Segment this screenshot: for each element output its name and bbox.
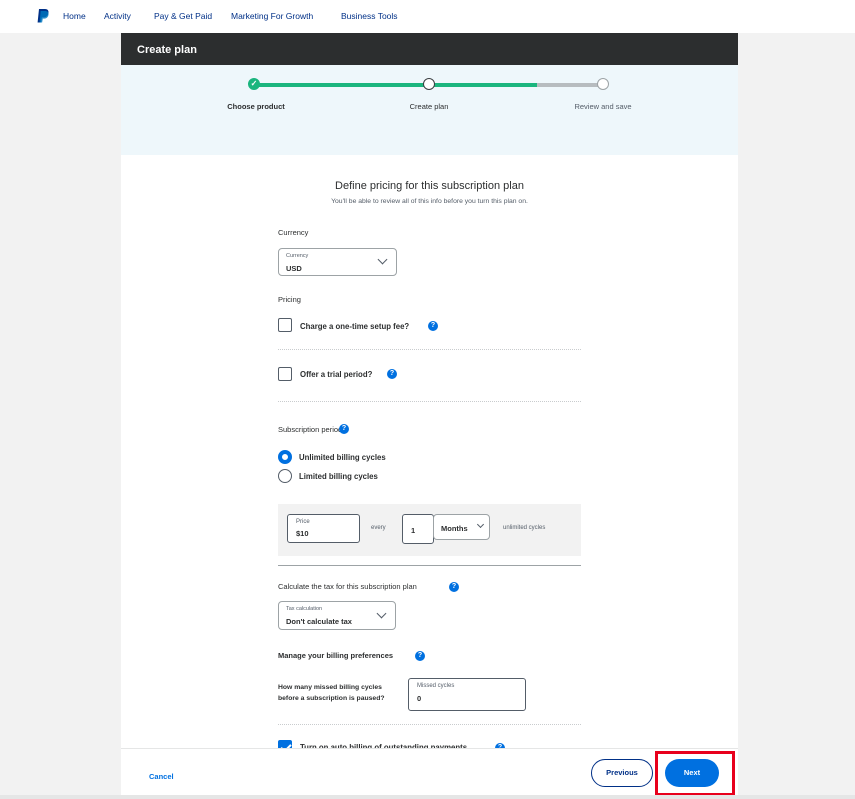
missed-cycles-input[interactable]: Missed cycles 0 bbox=[408, 678, 526, 711]
previous-button[interactable]: Previous bbox=[591, 759, 653, 787]
radio-unlimited-billing-cycles[interactable] bbox=[278, 450, 292, 464]
price-value: $10 bbox=[296, 529, 309, 538]
currency-select[interactable]: Currency USD bbox=[278, 248, 397, 276]
step-label-create-plan: Create plan bbox=[409, 102, 449, 111]
currency-section-label: Currency bbox=[278, 228, 309, 237]
interval-count-input[interactable]: 1 bbox=[402, 514, 434, 544]
tax-calculation-select[interactable]: Tax calculation Don't calculate tax bbox=[278, 601, 396, 630]
every-label: every bbox=[371, 525, 386, 531]
setup-fee-label: Charge a one-time setup fee? bbox=[300, 322, 410, 331]
tax-help-icon[interactable]: ? bbox=[449, 582, 459, 592]
divider bbox=[278, 401, 581, 402]
radio-limited-billing-cycles[interactable] bbox=[278, 469, 292, 483]
top-nav: Home Activity Pay & Get Paid Marketing F… bbox=[0, 0, 855, 33]
trial-period-help-icon[interactable]: ? bbox=[387, 369, 397, 379]
missed-cycles-field-label: Missed cycles bbox=[417, 683, 455, 689]
price-field-label: Price bbox=[296, 519, 310, 525]
step-label-choose-product: Choose product bbox=[227, 102, 285, 111]
form-subtitle: You'll be able to review all of this inf… bbox=[331, 198, 528, 205]
setup-fee-checkbox[interactable] bbox=[278, 318, 292, 332]
trial-period-checkbox[interactable] bbox=[278, 367, 292, 381]
subscription-period-section-label: Subscription period bbox=[278, 425, 343, 434]
currency-value: USD bbox=[286, 264, 302, 273]
setup-fee-help-icon[interactable]: ? bbox=[428, 321, 438, 331]
pricing-section-label: Pricing bbox=[278, 295, 301, 304]
form-title: Define pricing for this subscription pla… bbox=[335, 180, 524, 192]
interval-count-value: 1 bbox=[411, 526, 416, 535]
interval-unit-select[interactable]: Months bbox=[433, 514, 490, 540]
nav-activity[interactable]: Activity bbox=[104, 11, 131, 21]
nav-business-tools[interactable]: Business Tools bbox=[341, 11, 398, 21]
divider bbox=[278, 565, 581, 566]
nav-home[interactable]: Home bbox=[63, 11, 86, 21]
subscription-period-help-icon[interactable]: ? bbox=[339, 424, 349, 434]
unlimited-billing-cycles-label: Unlimited billing cycles bbox=[299, 453, 386, 462]
price-input[interactable]: Price $10 bbox=[287, 514, 360, 543]
page-title: Create plan bbox=[121, 33, 738, 65]
divider bbox=[278, 724, 581, 725]
billing-preferences-section-label: Manage your billing preferences bbox=[278, 651, 394, 660]
step-label-review-and-save: Review and save bbox=[574, 102, 632, 111]
cancel-link[interactable]: Cancel bbox=[149, 772, 174, 781]
stepper-track-progress bbox=[435, 83, 537, 87]
cycles-text: unlimited cycles bbox=[503, 525, 546, 531]
chevron-down-icon bbox=[476, 520, 485, 529]
missed-cycles-value: 0 bbox=[417, 694, 422, 703]
tax-section-label: Calculate the tax for this subscription … bbox=[278, 582, 417, 591]
tax-field-label: Tax calculation bbox=[286, 606, 323, 612]
currency-field-label: Currency bbox=[286, 253, 309, 259]
paypal-logo-icon[interactable] bbox=[37, 9, 49, 23]
chevron-down-icon bbox=[377, 254, 388, 265]
tax-value: Don't calculate tax bbox=[286, 617, 352, 626]
missed-cycles-question: How many missed billing cycles before a … bbox=[278, 684, 385, 702]
interval-unit-value: Months bbox=[441, 524, 468, 533]
divider bbox=[278, 349, 581, 350]
step-current-dot bbox=[423, 78, 435, 90]
step-todo-dot bbox=[597, 78, 609, 90]
nav-marketing-for-growth[interactable]: Marketing For Growth bbox=[231, 11, 313, 21]
stepper-track-remaining bbox=[537, 83, 603, 87]
chevron-down-icon bbox=[376, 608, 387, 619]
nav-pay-get-paid[interactable]: Pay & Get Paid bbox=[154, 11, 212, 21]
bottom-scrollbar[interactable] bbox=[0, 795, 855, 799]
limited-billing-cycles-label: Limited billing cycles bbox=[299, 472, 378, 481]
trial-period-label: Offer a trial period? bbox=[300, 370, 373, 379]
create-plan-card: Create plan ✓ Choose product Create plan… bbox=[121, 33, 738, 799]
next-button-highlight-box bbox=[655, 751, 735, 796]
step-complete-check-icon: ✓ bbox=[248, 78, 260, 90]
billing-preferences-help-icon[interactable]: ? bbox=[415, 651, 425, 661]
progress-stepper: ✓ Choose product Create plan Review and … bbox=[121, 65, 738, 155]
pricing-form: Define pricing for this subscription pla… bbox=[121, 155, 738, 754]
stepper-track-complete bbox=[254, 83, 436, 87]
form-footer: Cancel Previous Next bbox=[121, 748, 738, 799]
price-panel: Price $10 every 1 Months unlimited cycle… bbox=[278, 504, 581, 556]
